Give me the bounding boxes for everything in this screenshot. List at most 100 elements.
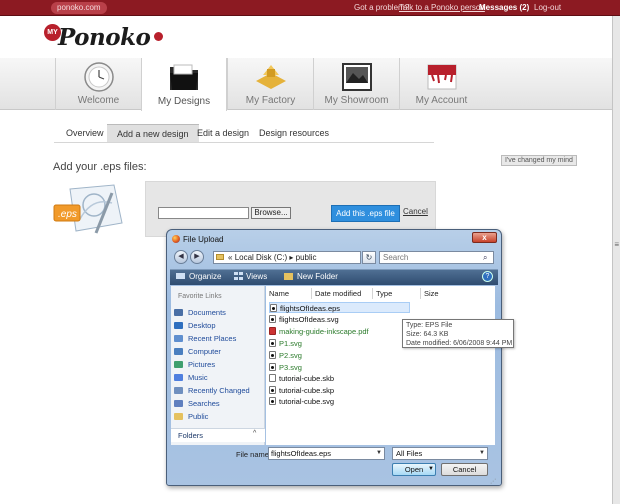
computer-icon [174,348,183,355]
nav-item-label: Recently Changed [188,386,250,395]
column-name[interactable]: Name [269,289,289,298]
file-name: making-guide-inkscape.pdf [279,327,369,336]
logout-link[interactable]: Log-out [534,2,561,14]
ponoko-logo[interactable]: MY Ponoko [44,22,164,52]
nav-item[interactable]: Computer [174,347,221,356]
file-type-select[interactable]: All Files [392,447,488,460]
clock-icon [83,62,114,92]
pdf-file-icon [269,327,276,335]
nav-item-label: Public [188,412,209,421]
nav-item[interactable]: Pictures [174,360,215,369]
file-name-label: File name: [236,450,272,459]
column-size[interactable]: Size [424,289,439,298]
nav-item-label: Recent Places [188,334,237,343]
cancel-link[interactable]: Cancel [403,207,428,216]
tooltip-type: Type: EPS File [406,322,453,329]
chevron-down-icon[interactable]: ▼ [479,450,485,456]
showroom-icon [341,63,372,91]
file-row[interactable]: tutorial-cube.svg [269,396,334,407]
talk-link[interactable]: Talk to a Ponoko person [399,2,485,14]
folders-toggle[interactable]: Folders [171,428,265,442]
tab-label: Welcome [77,95,120,106]
public-folder-icon [174,413,183,420]
help-icon[interactable]: ? [482,271,493,282]
file-icon [270,304,277,312]
tab-label: My Account [415,95,468,106]
tab-my-account[interactable]: My Account [399,58,483,110]
file-row[interactable]: flightsOfIdeas.svg [269,314,339,325]
subnav-overview[interactable]: Overview [56,124,114,142]
address-bar[interactable]: « Local Disk (C:) ▸ public [213,251,361,264]
nav-item[interactable]: Recent Places [174,334,236,343]
nav-item-label: Pictures [188,360,216,369]
file-row[interactable]: P2.svg [269,350,302,361]
tooltip-size: Size: 64.3 KB [406,331,449,338]
forward-button[interactable]: ▶ [190,250,204,264]
column-separator [372,288,373,299]
back-button[interactable]: ◀ [174,250,188,264]
path-folder[interactable]: public [296,253,317,262]
open-split-arrow-icon[interactable]: ▼ [428,466,434,472]
tab-my-factory[interactable]: My Factory [227,58,313,110]
views-icon [234,272,243,280]
nav-item[interactable]: Public [174,412,208,421]
file-row[interactable]: P3.svg [269,362,302,373]
search-icon: ⌕ [483,253,488,262]
file-icon [269,397,276,405]
chevron-down-icon[interactable]: ▼ [376,450,382,456]
nav-item[interactable]: Searches [174,399,220,408]
nav-item[interactable]: Documents [174,308,226,317]
subnav-design-resources[interactable]: Design resources [249,124,339,142]
tab-label: My Designs [157,96,211,107]
searches-icon [174,400,183,407]
path-drive[interactable]: Local Disk (C:) [235,253,287,262]
file-name: flightsOfIdeas.svg [279,315,339,324]
nav-item-label: Documents [188,308,226,317]
nav-item[interactable]: Music [174,373,208,382]
column-date-modified[interactable]: Date modified [315,289,361,298]
organize-menu[interactable]: Organize [189,272,221,281]
dialog-cancel-button[interactable]: Cancel [441,463,488,476]
tab-my-showroom[interactable]: My Showroom [313,58,399,110]
search-input[interactable]: Search [379,251,494,264]
site-link[interactable]: ponoko.com [51,2,107,14]
refresh-button[interactable]: ↻ [362,251,376,264]
views-menu[interactable]: Views [246,272,267,281]
nav-item-label: Music [188,373,208,382]
messages-link[interactable]: Messages (2) [479,2,529,14]
path-separator: ▸ [289,253,294,262]
browse-button[interactable]: Browse... [251,207,291,219]
pictures-icon [174,361,183,368]
file-row[interactable]: tutorial-cube.skp [269,385,334,396]
file-icon [269,315,276,323]
column-type[interactable]: Type [376,289,392,298]
nav-item[interactable]: Recently Changed [174,386,250,395]
file-icon [269,374,276,382]
tooltip-date: Date modified: 6/06/2008 9:44 PM [406,340,513,347]
nav-item-label: Searches [188,399,220,408]
subnav-add-new-design[interactable]: Add a new design [107,124,199,142]
eps-file-icon: .eps [53,184,123,234]
tab-label: My Showroom [324,95,389,106]
nav-item[interactable]: Desktop [174,321,216,330]
page-title: Add your .eps files: [53,161,147,173]
new-folder-button[interactable]: New Folder [297,272,338,281]
add-eps-file-button[interactable]: Add this .eps file [331,205,400,222]
changed-mind-button[interactable]: I've changed my mind [501,155,577,166]
file-icon [269,386,276,394]
file-row[interactable]: P1.svg [269,338,302,349]
dialog-close-button[interactable]: x [472,232,497,243]
file-path-input[interactable] [158,207,249,219]
file-row[interactable]: tutorial-cube.skb [269,373,334,384]
tab-my-designs[interactable]: My Designs [141,58,227,111]
eps-label: .eps [58,209,77,220]
dialog-title: File Upload [183,235,224,244]
tab-welcome[interactable]: Welcome [55,58,141,110]
resize-grip-icon[interactable]: ⋰ [490,478,496,485]
file-row[interactable]: making-guide-inkscape.pdf [269,326,369,337]
folder-icon [170,64,198,90]
organize-icon [176,273,185,279]
file-name-input[interactable]: flightsOfIdeas.eps [268,447,385,460]
file-row[interactable]: flightsOfIdeas.eps [269,302,410,313]
file-name: flightsOfIdeas.eps [280,304,341,313]
